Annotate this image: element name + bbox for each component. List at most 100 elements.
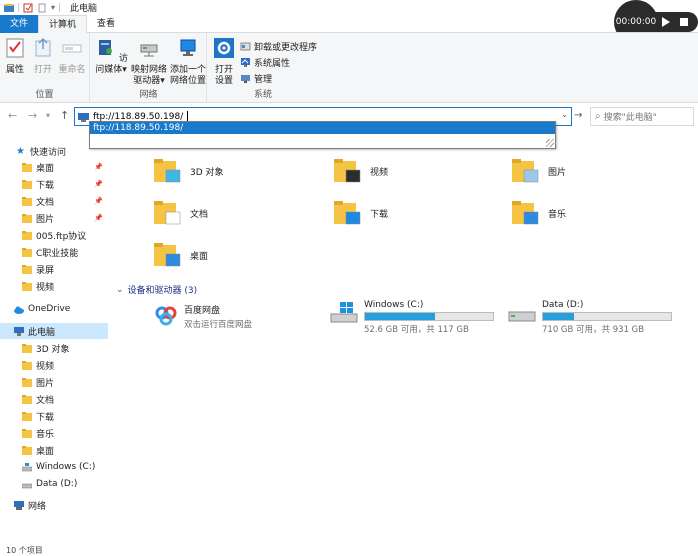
- sidebar-item-this-pc-entry[interactable]: 音乐: [0, 425, 108, 441]
- folder-icon: [22, 264, 32, 274]
- devices-section-header[interactable]: ⌄ 设备和驱动器 (3): [116, 283, 198, 297]
- sidebar-label: 此电脑: [28, 327, 56, 338]
- folder-icon: [22, 360, 32, 370]
- go-arrow-icon[interactable]: →: [574, 110, 582, 121]
- folder-item[interactable]: 文档: [154, 200, 208, 226]
- folder-item[interactable]: 音乐: [512, 200, 566, 226]
- open-button[interactable]: 打开: [32, 37, 54, 76]
- pin-icon[interactable]: 📌: [94, 197, 103, 205]
- folder-item[interactable]: 3D 对象: [154, 158, 224, 184]
- folder-icon: [22, 411, 32, 421]
- folder-icon: [22, 343, 32, 353]
- folder-icon: [22, 230, 32, 240]
- open-settings-button[interactable]: 打开 设置: [212, 37, 236, 87]
- network-icon: [14, 500, 24, 510]
- baidu-netdisk-item[interactable]: 百度网盘 双击运行百度网盘: [154, 303, 252, 330]
- window-title: 此电脑: [70, 4, 98, 14]
- rename-button[interactable]: 重命名: [58, 37, 86, 76]
- map-network-drive-button[interactable]: 映射网络 驱动器▾: [131, 37, 167, 87]
- search-box[interactable]: ⌕ 搜索"此电脑": [590, 107, 694, 126]
- sidebar-item-quick-access-entry[interactable]: 桌面 📌: [0, 159, 108, 175]
- sidebar-item-this-pc-entry[interactable]: Data (D:): [0, 476, 108, 492]
- sidebar-item-quick-access-entry[interactable]: 录屏: [0, 261, 108, 277]
- folder-label: 文档: [190, 209, 209, 220]
- status-bar: 10 个项目: [6, 546, 43, 555]
- sidebar-item-this-pc-entry[interactable]: Windows (C:): [0, 459, 108, 475]
- recent-locations-chevron-icon[interactable]: ▾: [46, 111, 50, 120]
- sidebar-item-quick-access-entry[interactable]: 视频: [0, 278, 108, 294]
- folder-item[interactable]: 下载: [334, 200, 388, 226]
- uninstall-label: 卸载或更改程序: [254, 43, 318, 53]
- star-icon: ★: [16, 145, 25, 157]
- folder-item[interactable]: 图片: [512, 158, 566, 184]
- new-folder-quick-icon[interactable]: [37, 3, 47, 13]
- chevron-down-icon: ▾: [122, 65, 127, 75]
- add-location-label-1: 添加一个: [169, 65, 206, 75]
- sidebar-item-quick-access-entry[interactable]: 005.ftp协议: [0, 227, 108, 243]
- tab-computer[interactable]: 计算机: [38, 15, 88, 33]
- quick-access-toolbar-dropdown-icon[interactable]: ▾: [51, 3, 55, 12]
- add-network-location-button[interactable]: 添加一个 网络位置: [169, 37, 207, 87]
- sidebar-item-quick-access-entry[interactable]: C职业技能: [0, 244, 108, 260]
- sidebar-label: 视频: [36, 361, 55, 372]
- up-arrow-icon[interactable]: ↑: [60, 109, 69, 122]
- drive-usage-fill: [543, 313, 574, 320]
- folder-icon: [512, 201, 539, 225]
- folder-icon: [22, 247, 32, 257]
- open-icon: [35, 37, 51, 57]
- address-input[interactable]: ftp://118.89.50.198/: [93, 112, 183, 122]
- devices-section-label: 设备和驱动器 (3): [127, 286, 198, 296]
- sidebar-item-this-pc-entry[interactable]: 图片: [0, 374, 108, 390]
- sidebar-item-this-pc-entry[interactable]: 视频: [0, 357, 108, 373]
- folder-item[interactable]: 视频: [334, 158, 388, 184]
- sidebar-item-this-pc[interactable]: 此电脑: [0, 323, 108, 339]
- sidebar-label: 桌面: [36, 163, 55, 174]
- manage-button[interactable]: 管理: [240, 72, 272, 85]
- sidebar-item-network[interactable]: 网络: [0, 497, 108, 513]
- folder-icon: [334, 201, 361, 225]
- computer-icon: [14, 326, 24, 336]
- folder-label: 3D 对象: [190, 167, 224, 178]
- sidebar-item-onedrive[interactable]: OneDrive: [0, 301, 108, 317]
- resize-grip[interactable]: [546, 139, 554, 147]
- drive-free-space: 52.6 GB 可用，共 117 GB: [364, 325, 469, 335]
- system-properties-button[interactable]: 系统属性: [240, 56, 290, 69]
- pin-icon[interactable]: 📌: [94, 214, 103, 222]
- sidebar-label: 下载: [36, 412, 55, 423]
- uninstall-program-button[interactable]: 卸载或更改程序: [240, 40, 317, 53]
- address-history-chevron-icon[interactable]: ⌄: [561, 110, 568, 119]
- pin-icon[interactable]: 📌: [94, 163, 103, 171]
- folder-item[interactable]: 桌面: [154, 242, 208, 268]
- drive-d[interactable]: Data (D:) 710 GB 可用，共 931 GB: [508, 300, 672, 335]
- sidebar-item-this-pc-entry[interactable]: 下载: [0, 408, 108, 424]
- open-settings-label-2: 设置: [214, 76, 233, 86]
- sidebar-item-quick-access-entry[interactable]: 图片 📌: [0, 210, 108, 226]
- map-drive-label-2: 驱动器: [133, 76, 161, 86]
- properties-quick-icon[interactable]: [23, 3, 33, 13]
- properties-button[interactable]: 属性: [4, 37, 26, 76]
- autocomplete-suggestion[interactable]: ftp://118.89.50.198/: [90, 122, 555, 134]
- sidebar-item-this-pc-entry[interactable]: 文档: [0, 391, 108, 407]
- manage-label: 管理: [254, 75, 273, 85]
- drive-c[interactable]: Windows (C:) 52.6 GB 可用，共 117 GB: [330, 300, 494, 335]
- folder-icon: [22, 281, 32, 291]
- forward-arrow-icon[interactable]: →: [28, 109, 37, 122]
- tab-file[interactable]: 文件: [0, 15, 39, 33]
- pin-icon[interactable]: 📌: [94, 180, 103, 188]
- folder-icon: [154, 201, 181, 225]
- tab-view[interactable]: 查看: [87, 15, 125, 33]
- baidu-netdisk-icon: [155, 306, 177, 326]
- folder-icon: [334, 159, 361, 183]
- folder-icon: [154, 243, 181, 267]
- folder-label: 音乐: [548, 209, 567, 220]
- drive-name: Data (D:): [542, 300, 584, 310]
- sidebar-item-this-pc-entry[interactable]: 桌面: [0, 442, 108, 458]
- drive-usage-fill: [365, 313, 436, 320]
- sidebar-item-this-pc-entry[interactable]: 3D 对象: [0, 340, 108, 356]
- back-arrow-icon[interactable]: ←: [8, 109, 17, 122]
- address-autocomplete-dropdown: ftp://118.89.50.198/: [89, 121, 556, 149]
- search-placeholder[interactable]: 搜索"此电脑": [604, 110, 657, 123]
- sidebar-item-quick-access-entry[interactable]: 文档 📌: [0, 193, 108, 209]
- access-media-button[interactable]: 访问媒体▾: [93, 37, 129, 76]
- sidebar-item-quick-access-entry[interactable]: 下载 📌: [0, 176, 108, 192]
